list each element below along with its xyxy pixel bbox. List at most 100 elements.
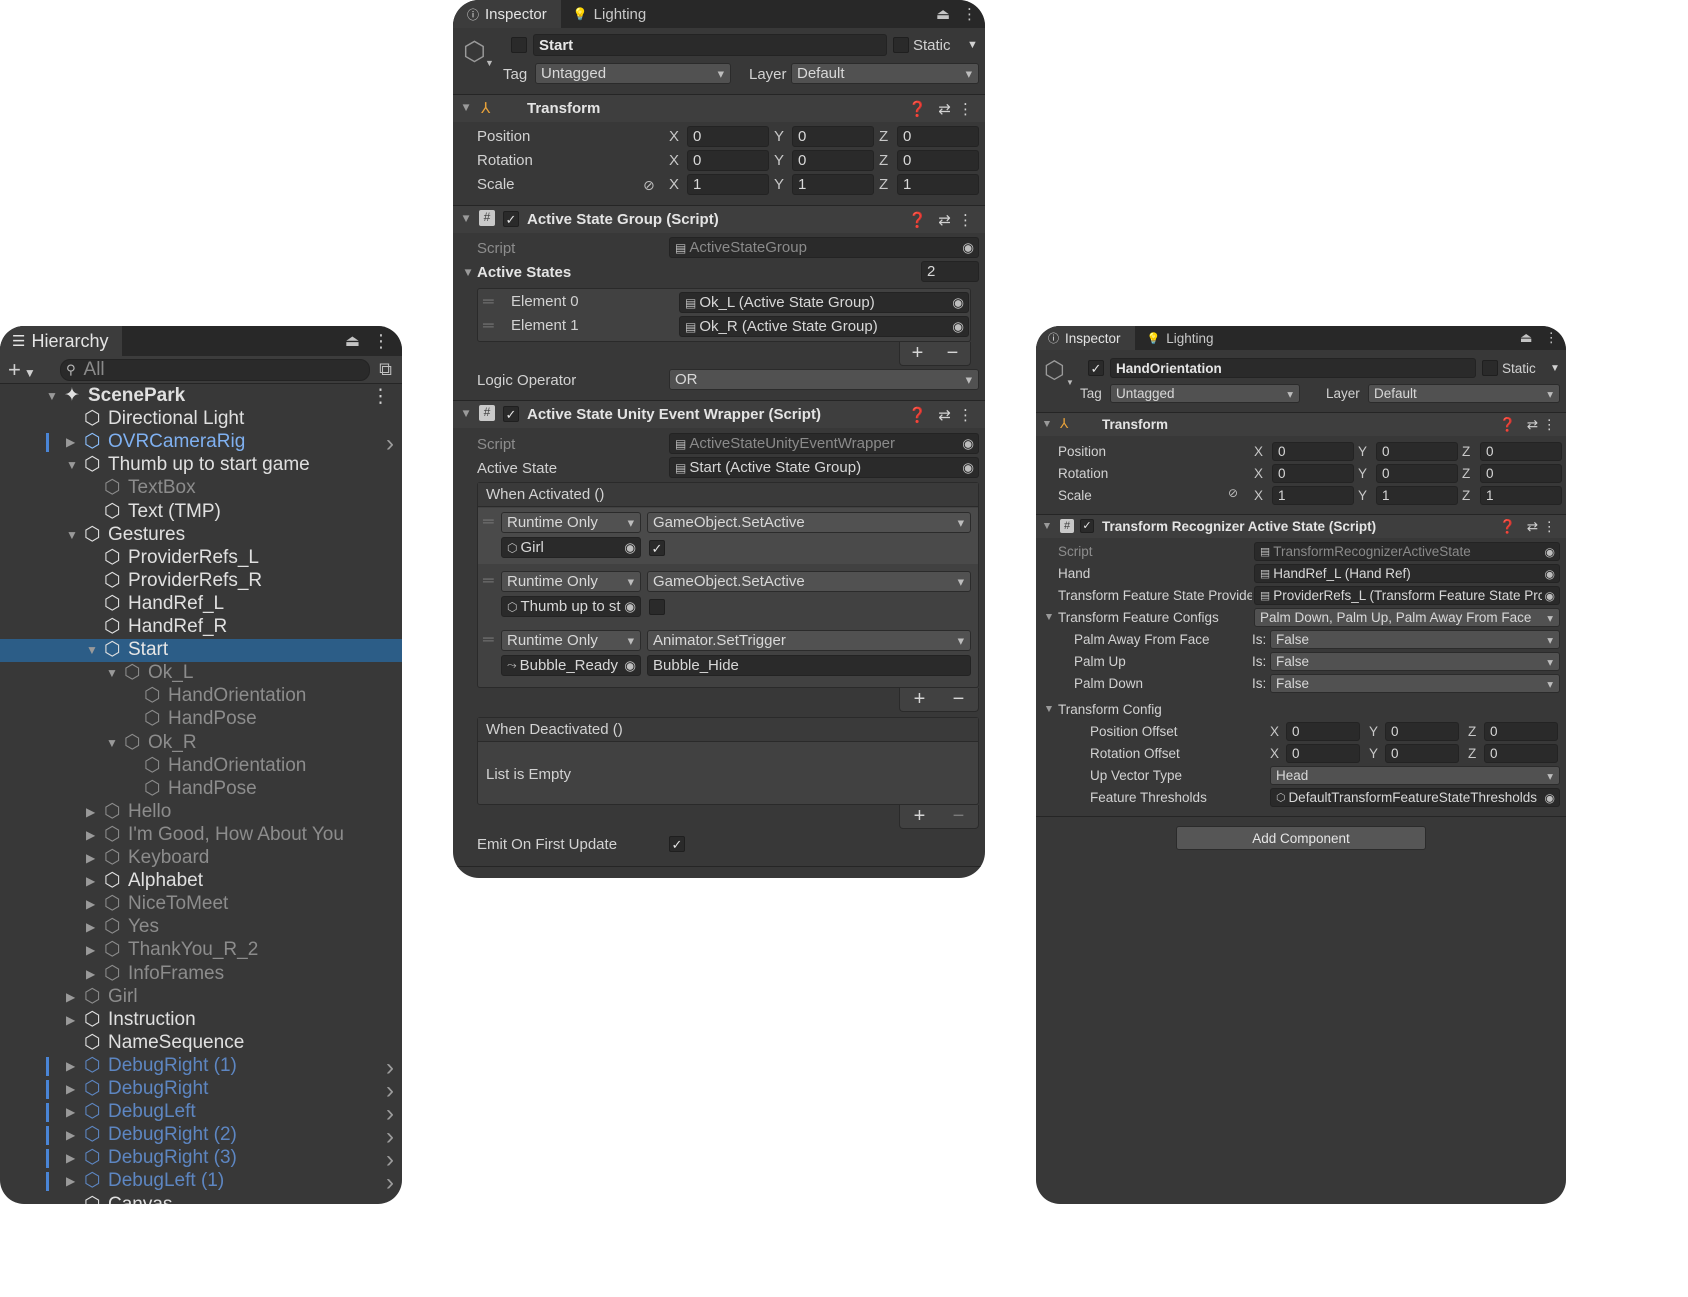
hierarchy-item[interactable]: ⬡ ProviderRefs_L [0, 547, 402, 570]
object-name-field[interactable]: Start [533, 34, 887, 56]
collapsed-arrow-icon[interactable]: ▶ [86, 943, 95, 957]
tab-inspector[interactable]: ⓘ Inspector [1036, 326, 1135, 350]
vector-y-field[interactable]: 0 [1385, 722, 1459, 741]
feature-state-dropdown[interactable]: False [1270, 630, 1560, 649]
hierarchy-item[interactable]: ▶ ⬡ DebugLeft (1) › [0, 1169, 402, 1196]
runtime-mode-dropdown[interactable]: Runtime Only [501, 630, 641, 651]
hierarchy-item[interactable]: ▶ ⬡ DebugRight (1) › [0, 1054, 402, 1081]
active-toggle[interactable]: ✓ [1088, 360, 1104, 376]
hierarchy-item[interactable]: ▶ ⬡ DebugRight (2) › [0, 1123, 402, 1150]
active-state-field[interactable]: ▤ Start (Active State Group) ◉ [669, 457, 979, 478]
collapsed-arrow-icon[interactable]: ▶ [66, 1105, 75, 1119]
hierarchy-item[interactable]: ▶ ⬡ DebugRight (3) › [0, 1146, 402, 1173]
vector-y-field[interactable]: 0 [1376, 442, 1458, 461]
event-wrapper-header[interactable]: ▼ # ✓ Active State Unity Event Wrapper (… [453, 400, 985, 428]
vector-x-field[interactable]: 0 [687, 150, 769, 171]
object-picker-icon[interactable]: ◉ [1542, 790, 1555, 805]
logic-operator-dropdown[interactable]: OR [669, 369, 979, 390]
collapsed-arrow-icon[interactable]: ▶ [66, 1128, 75, 1142]
object-name-field[interactable]: HandOrientation [1110, 358, 1476, 378]
expanded-arrow-icon[interactable]: ▼ [66, 458, 78, 472]
fold-icon[interactable]: ▼ [1042, 703, 1056, 715]
collapsed-arrow-icon[interactable]: ▶ [66, 1174, 75, 1188]
transform-header[interactable]: ▼ ⅄ Transform ❓ ⇄ ⋮ [453, 94, 985, 122]
expanded-arrow-icon[interactable]: ▼ [86, 643, 98, 657]
constrain-proportions-icon[interactable]: ⊘ [1228, 486, 1238, 500]
expanded-arrow-icon[interactable]: ▼ [66, 528, 78, 542]
add-element-button[interactable]: + [912, 342, 924, 365]
vector-x-field[interactable]: 0 [1272, 464, 1354, 483]
hierarchy-item[interactable]: ▶ ⬡ OVRCameraRig › [0, 430, 402, 457]
presets-icon[interactable]: ⇄ [1527, 519, 1538, 535]
runtime-mode-dropdown[interactable]: Runtime Only [501, 512, 641, 533]
hand-field[interactable]: ▤ HandRef_L (Hand Ref) ◉ [1254, 564, 1560, 583]
hierarchy-item[interactable]: ⬡ NameSequence [0, 1032, 402, 1055]
active-toggle[interactable] [511, 37, 527, 53]
runtime-mode-dropdown[interactable]: Runtime Only [501, 571, 641, 592]
vector-x-field[interactable]: 0 [1286, 744, 1360, 763]
hierarchy-item[interactable]: ▶ ⬡ Yes [0, 916, 402, 939]
object-picker-icon[interactable]: ◉ [622, 539, 636, 556]
string-argument-field[interactable]: Bubble_Hide [647, 655, 971, 676]
array-size-field[interactable]: 2 [921, 261, 979, 282]
object-picker-icon[interactable]: ◉ [1542, 588, 1555, 603]
function-dropdown[interactable]: GameObject.SetActive [647, 512, 971, 533]
hierarchy-item[interactable]: ⬡ TextBox [0, 477, 402, 500]
feature-state-dropdown[interactable]: False [1270, 652, 1560, 671]
object-picker-icon[interactable]: ◉ [1544, 567, 1555, 581]
help-icon[interactable]: ❓ [908, 211, 927, 229]
hierarchy-item[interactable]: ▼ ⬡ Start [0, 639, 402, 663]
tag-dropdown[interactable]: Untagged [1110, 384, 1300, 403]
layer-dropdown[interactable]: Default [1368, 384, 1560, 403]
hierarchy-item[interactable]: ▶ ⬡ DebugRight › [0, 1077, 402, 1104]
vector-x-field[interactable]: 0 [1286, 722, 1360, 741]
hierarchy-item[interactable]: ⬡ HandPose [0, 708, 402, 731]
feature-state-dropdown[interactable]: False [1270, 674, 1560, 693]
vector-z-field[interactable]: 0 [1484, 744, 1558, 763]
configs-dropdown[interactable]: Palm Down, Palm Up, Palm Away From Face [1254, 608, 1560, 627]
drag-handle-icon[interactable]: ═ [483, 317, 494, 334]
drag-handle-icon[interactable]: ═ [483, 572, 494, 589]
hierarchy-item[interactable]: ▶ ⬡ Girl [0, 986, 402, 1009]
help-icon[interactable]: ❓ [908, 406, 927, 424]
drag-handle-icon[interactable]: ═ [483, 293, 494, 310]
component-menu-icon[interactable]: ⋮ [958, 100, 973, 118]
object-picker-icon[interactable]: ◉ [622, 598, 636, 615]
presets-icon[interactable]: ⇄ [938, 406, 951, 424]
expanded-arrow-icon[interactable]: ▼ [106, 666, 118, 680]
component-menu-icon[interactable]: ⋮ [1543, 519, 1557, 535]
recognizer-header[interactable]: ▼ # ✓ Transform Recognizer Active State … [1036, 514, 1566, 538]
presets-icon[interactable]: ⇄ [938, 211, 951, 229]
presets-icon[interactable]: ⇄ [938, 100, 951, 118]
target-object-field[interactable]: ⬡ Thumb up to st ◉ [501, 596, 641, 617]
hierarchy-item[interactable]: ▼ ⬡ Gestures [0, 524, 402, 547]
vector-z-field[interactable]: 0 [1480, 442, 1562, 461]
create-button[interactable]: + ▼ [8, 357, 36, 383]
menu-icon[interactable]: ⋮ [372, 331, 390, 352]
hierarchy-item[interactable]: ⬡ Text (TMP) [0, 501, 402, 524]
drag-handle-icon[interactable]: ═ [483, 631, 494, 648]
collapsed-arrow-icon[interactable]: ▶ [86, 828, 95, 842]
tag-dropdown[interactable]: Untagged [535, 63, 731, 84]
fold-icon[interactable]: ▼ [461, 266, 475, 279]
hierarchy-item[interactable]: ▶ ⬡ I'm Good, How About You [0, 824, 402, 847]
expanded-arrow-icon[interactable]: ▼ [106, 736, 118, 750]
chevron-down-icon[interactable]: ▼ [485, 58, 494, 68]
vector-x-field[interactable]: 1 [1272, 486, 1354, 505]
menu-icon[interactable]: ⋮ [1545, 330, 1559, 346]
object-picker-icon[interactable]: ◉ [952, 295, 964, 311]
hierarchy-item[interactable]: ▶ ⬡ Alphabet [0, 870, 402, 893]
collapsed-arrow-icon[interactable]: ▶ [66, 1013, 75, 1027]
search-input[interactable]: ⚲ All [60, 359, 370, 381]
hierarchy-item[interactable]: ⬡ HandRef_R [0, 616, 402, 639]
active-state-group-header[interactable]: ▼ # ✓ Active State Group (Script) ❓ ⇄ ⋮ [453, 205, 985, 233]
hierarchy-item[interactable]: ▼ ⬡ Thumb up to start game [0, 454, 402, 477]
hierarchy-item[interactable]: ▼ ⬡ Ok_R [0, 732, 402, 755]
bool-argument-checkbox[interactable] [649, 599, 665, 615]
static-toggle[interactable] [893, 37, 909, 53]
vector-z-field[interactable]: 0 [1480, 464, 1562, 483]
hierarchy-item[interactable]: ⬡ HandPose [0, 778, 402, 801]
chevron-down-icon[interactable]: ▼ [1066, 378, 1074, 387]
drag-handle-icon[interactable]: ═ [483, 513, 494, 530]
collapsed-arrow-icon[interactable]: ▶ [66, 1082, 75, 1096]
